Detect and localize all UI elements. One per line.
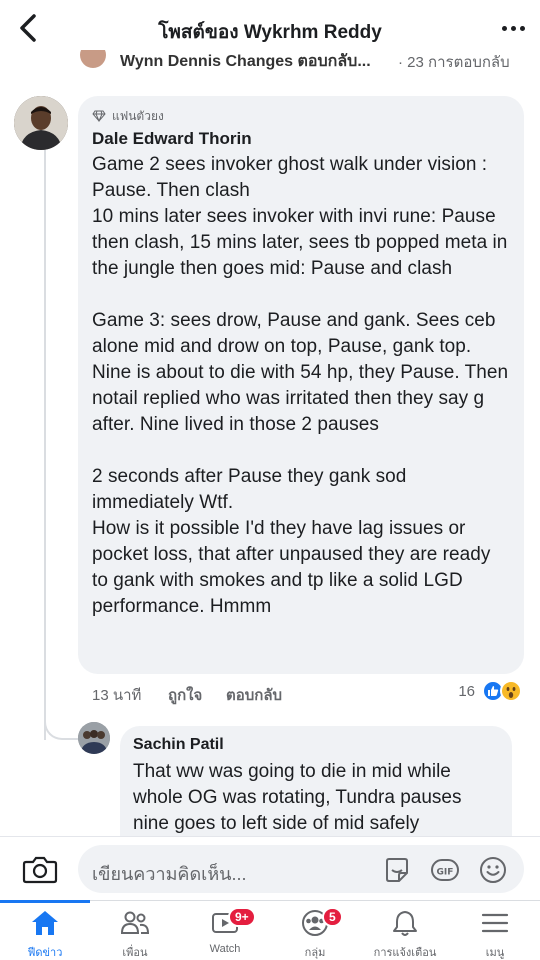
nav-item-notifications[interactable]: การแจ้งเตือน bbox=[360, 901, 450, 960]
emoji-icon bbox=[480, 857, 506, 883]
top-bar: โพสต์ของ Wykrhm Reddy bbox=[0, 0, 540, 56]
reactions-summary[interactable]: 16 bbox=[458, 680, 522, 702]
comment-bubble: แฟนตัวยง Dale Edward Thorin Game 2 sees … bbox=[78, 96, 524, 674]
diamond-icon bbox=[92, 110, 106, 122]
sticker-button[interactable] bbox=[382, 855, 412, 885]
comment-author[interactable]: Dale Edward Thorin bbox=[92, 128, 510, 150]
comment-time[interactable]: 13 นาที bbox=[92, 683, 141, 707]
previous-reply-count: · 23 การตอบกลับ bbox=[398, 54, 510, 71]
nav-label: เมนู bbox=[485, 947, 505, 959]
camera-icon bbox=[22, 856, 58, 884]
reply-text: That ww was going to die in mid while wh… bbox=[133, 761, 462, 834]
comment-input-placeholder: เขียนความคิดเห็น... bbox=[92, 864, 247, 884]
comment-input[interactable]: เขียนความคิดเห็น... GIF bbox=[78, 845, 524, 893]
comment-actions: 13 นาที ถูกใจ ตอบกลับ 16 bbox=[92, 680, 532, 704]
svg-text:GIF: GIF bbox=[437, 868, 454, 878]
comment-composer: เขียนความคิดเห็น... GIF bbox=[0, 836, 540, 900]
reply-author[interactable]: Sachin Patil bbox=[133, 735, 499, 755]
nav-label: ฟีดข่าว bbox=[27, 947, 63, 959]
avatar bbox=[80, 50, 106, 68]
thread-connector bbox=[44, 700, 80, 740]
bottom-navigation: ฟีดข่าว เพื่อน 9+ Watch 5 กลุ่ม การแจ้งเ… bbox=[0, 900, 540, 960]
nav-label: การแจ้งเตือน bbox=[373, 947, 437, 959]
friends-icon bbox=[120, 911, 150, 934]
nav-label: Watch bbox=[209, 943, 241, 955]
previous-reply-row[interactable]: Wynn Dennis Changes ตอบกลับ... · 23 การต… bbox=[80, 50, 540, 74]
like-button[interactable]: ถูกใจ bbox=[168, 683, 202, 707]
nav-item-friends[interactable]: เพื่อน bbox=[90, 901, 180, 960]
more-dots-icon bbox=[501, 25, 507, 31]
comment-text: Game 2 sees invoker ghost walk under vis… bbox=[92, 154, 509, 617]
nav-item-menu[interactable]: เมนู bbox=[450, 901, 540, 960]
emoji-button[interactable] bbox=[478, 855, 508, 885]
bell-icon bbox=[393, 911, 417, 936]
camera-button[interactable] bbox=[22, 854, 58, 884]
person-silhouette-icon bbox=[14, 96, 68, 150]
menu-icon bbox=[481, 913, 509, 933]
nav-item-groups[interactable]: 5 กลุ่ม bbox=[270, 901, 360, 960]
more-options-button[interactable] bbox=[498, 18, 528, 38]
sticker-icon bbox=[386, 858, 408, 882]
nav-item-news-feed[interactable]: ฟีดข่าว bbox=[0, 901, 90, 960]
nav-label: กลุ่ม bbox=[304, 947, 326, 959]
groups-badge: 5 bbox=[322, 907, 343, 927]
avatar[interactable] bbox=[14, 96, 68, 150]
home-icon bbox=[32, 911, 58, 935]
group-photo-icon bbox=[78, 722, 110, 754]
gif-button[interactable]: GIF bbox=[430, 855, 460, 885]
page-title: โพสต์ของ Wykrhm Reddy bbox=[158, 22, 382, 43]
gif-icon: GIF bbox=[431, 859, 459, 881]
badge-label: แฟนตัวยง bbox=[112, 108, 164, 123]
wow-reaction-icon bbox=[500, 680, 522, 702]
reaction-count: 16 bbox=[458, 682, 475, 700]
avatar[interactable] bbox=[78, 722, 110, 754]
reply-button[interactable]: ตอบกลับ bbox=[226, 683, 282, 707]
thread-line bbox=[44, 150, 46, 740]
top-fan-badge: แฟนตัวยง bbox=[92, 108, 510, 124]
nav-label: เพื่อน bbox=[122, 947, 148, 959]
previous-reply-text: Wynn Dennis Changes ตอบกลับ... bbox=[120, 53, 371, 70]
watch-badge: 9+ bbox=[228, 907, 256, 927]
nav-item-watch[interactable]: 9+ Watch bbox=[180, 901, 270, 960]
